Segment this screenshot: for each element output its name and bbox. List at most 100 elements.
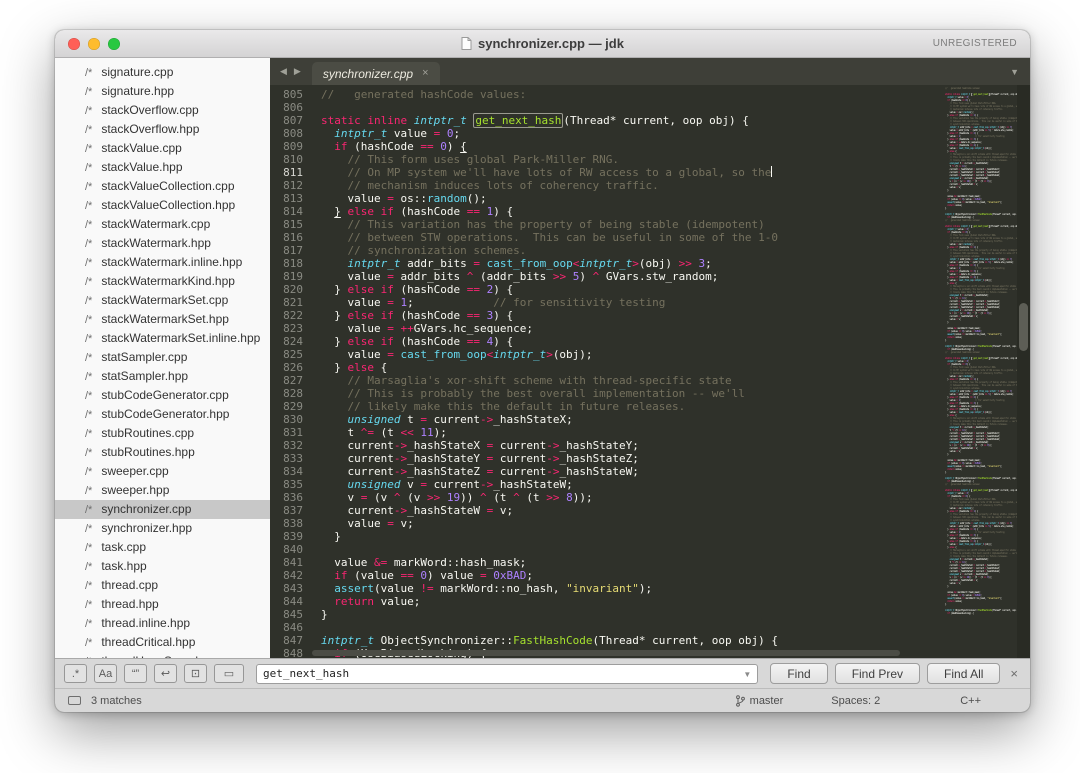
tab-synchronizer-cpp[interactable]: synchronizer.cpp ×: [311, 62, 440, 85]
panel-toggle-icon[interactable]: [68, 696, 81, 705]
code-line[interactable]: intptr_t addr_bits = cast_from_oop<intpt…: [321, 257, 945, 270]
find-bar-close-icon[interactable]: ×: [1007, 666, 1021, 681]
sidebar-item[interactable]: /* stubRoutines.cpp: [55, 424, 270, 443]
code-lines[interactable]: // generated hashCode values: static inli…: [312, 85, 945, 658]
sidebar-item[interactable]: /* signature.cpp: [55, 63, 270, 82]
syntax-indicator[interactable]: C++: [960, 695, 981, 707]
code-line[interactable]: // On MP system we'll have lots of RW ac…: [321, 166, 945, 179]
code-line[interactable]: // mechanism induces lots of coherency t…: [321, 179, 945, 192]
sidebar-item[interactable]: /* threadCritical.hpp: [55, 633, 270, 652]
minimap[interactable]: // generated hashCode values: static inli…: [945, 85, 1017, 658]
minimize-window-button[interactable]: [88, 37, 100, 50]
vertical-scrollbar-thumb[interactable]: [1019, 303, 1028, 351]
highlight-matches-toggle[interactable]: ▭: [214, 664, 244, 683]
sidebar-item[interactable]: /* sweeper.cpp: [55, 462, 270, 481]
sidebar-item[interactable]: /* statSampler.cpp: [55, 348, 270, 367]
code-line[interactable]: value = 1; // for sensitivity testing: [321, 296, 945, 309]
sidebar-file-list[interactable]: /* signature.cpp /* signature.hpp /* stackOve…: [55, 58, 270, 658]
code-line[interactable]: current->_hashStateZ = current->_hashSta…: [321, 465, 945, 478]
zoom-window-button[interactable]: [108, 37, 120, 50]
sidebar-item[interactable]: /* stackWatermarkKind.hpp: [55, 272, 270, 291]
code-line[interactable]: // This variation has the property of be…: [321, 218, 945, 231]
code-line[interactable]: current->_hashStateY = current->_hashSta…: [321, 452, 945, 465]
code-line[interactable]: } else if (hashCode == 4) {: [321, 335, 945, 348]
code-line[interactable]: value = addr_bits ^ (addr_bits >> 5) ^ G…: [321, 270, 945, 283]
tab-close-icon[interactable]: ×: [422, 68, 428, 79]
sidebar-item[interactable]: /* synchronizer.hpp: [55, 519, 270, 538]
code-line[interactable]: // Marsaglia's xor-shift scheme with thr…: [321, 374, 945, 387]
regex-toggle[interactable]: .*: [64, 664, 87, 683]
editor[interactable]: 805 806 807 808 809 810 811 812 813 814 815 816 817 8…: [270, 85, 1030, 658]
code-line[interactable]: static inline intptr_t get_next_hash (Thr…: [321, 113, 945, 128]
code-line[interactable]: intptr_t ObjectSynchronizer::FastHashCod…: [321, 634, 945, 647]
sidebar-item[interactable]: /* thread.cpp: [55, 576, 270, 595]
sidebar-item[interactable]: /* task.cpp: [55, 538, 270, 557]
code-line[interactable]: [321, 543, 945, 556]
indentation-indicator[interactable]: Spaces: 2: [831, 695, 880, 707]
sidebar-item[interactable]: /* stackOverflow.cpp: [55, 101, 270, 120]
sidebar-item[interactable]: /* stackValueCollection.hpp: [55, 196, 270, 215]
code-line[interactable]: [321, 621, 945, 634]
code-line[interactable]: } else if (hashCode == 3) {: [321, 309, 945, 322]
code-line[interactable]: current->_hashStateW = v;: [321, 504, 945, 517]
sidebar-item[interactable]: /* stackWatermarkSet.cpp: [55, 291, 270, 310]
code-line[interactable]: assert(value != markWord::no_hash, "inva…: [321, 582, 945, 595]
sidebar-item[interactable]: /* sweeper.hpp: [55, 481, 270, 500]
wrap-toggle[interactable]: ↩: [154, 664, 177, 683]
code-line[interactable]: } else if (hashCode == 2) {: [321, 283, 945, 296]
code-line[interactable]: }: [321, 530, 945, 543]
sidebar-item[interactable]: /* stackWatermark.inline.hpp: [55, 253, 270, 272]
code-line[interactable]: value = ++GVars.hc_sequence;: [321, 322, 945, 335]
code-line[interactable]: unsigned v = current->_hashStateW;: [321, 478, 945, 491]
code-line[interactable]: unsigned t = current->_hashStateX;: [321, 413, 945, 426]
code-line[interactable]: intptr_t value = 0;: [321, 127, 945, 140]
tab-nav-back-icon[interactable]: ◀: [280, 66, 287, 77]
code-line[interactable]: value = cast_from_oop<intptr_t>(obj);: [321, 348, 945, 361]
code-line[interactable]: if (hashCode == 0) {: [321, 140, 945, 153]
tab-overflow-icon[interactable]: ▼: [1010, 67, 1030, 77]
code-line[interactable]: } else if (hashCode == 1) {: [321, 205, 945, 218]
horizontal-scrollbar[interactable]: [312, 649, 944, 657]
code-line[interactable]: v = (v ^ (v >> 19)) ^ (t ^ (t >> 8));: [321, 491, 945, 504]
find-prev-button[interactable]: Find Prev: [834, 663, 921, 684]
sidebar-item[interactable]: /* stackWatermark.cpp: [55, 215, 270, 234]
sidebar-item[interactable]: /* stackValueCollection.cpp: [55, 177, 270, 196]
sidebar-item[interactable]: /* thread.hpp: [55, 595, 270, 614]
sidebar-item[interactable]: /* stackWatermarkSet.hpp: [55, 310, 270, 329]
sidebar-item[interactable]: /* stackWatermark.hpp: [55, 234, 270, 253]
code-line[interactable]: return value;: [321, 595, 945, 608]
code-line[interactable]: if (value == 0) value = 0xBAD;: [321, 569, 945, 582]
sidebar-item[interactable]: /* stubCodeGenerator.hpp: [55, 405, 270, 424]
code-line[interactable]: } else {: [321, 361, 945, 374]
code-line[interactable]: value = v;: [321, 517, 945, 530]
sidebar-item[interactable]: /* signature.hpp: [55, 82, 270, 101]
code-line[interactable]: // This form uses global Park-Miller RNG…: [321, 153, 945, 166]
vertical-scrollbar[interactable]: [1017, 85, 1030, 658]
tab-nav-forward-icon[interactable]: ▶: [294, 66, 301, 77]
code-line[interactable]: [321, 101, 945, 114]
sidebar-item[interactable]: /* stackOverflow.hpp: [55, 120, 270, 139]
code-line[interactable]: }: [321, 608, 945, 621]
sidebar-item[interactable]: /* stackValue.cpp: [55, 139, 270, 158]
code-line[interactable]: // between STW operations. This can be u…: [321, 231, 945, 244]
sidebar-item[interactable]: /* thread.inline.hpp: [55, 614, 270, 633]
git-branch-indicator[interactable]: master: [735, 695, 783, 707]
case-sensitive-toggle[interactable]: Aa: [94, 664, 117, 683]
horizontal-scrollbar-thumb[interactable]: [312, 650, 900, 656]
find-all-button[interactable]: Find All: [927, 663, 1001, 684]
code-line[interactable]: t ^= (t << 11);: [321, 426, 945, 439]
sidebar-item[interactable]: /* stackValue.hpp: [55, 158, 270, 177]
sidebar-item[interactable]: /* task.hpp: [55, 557, 270, 576]
code-line[interactable]: value &= markWord::hash_mask;: [321, 556, 945, 569]
sidebar-item[interactable]: /* synchronizer.cpp: [55, 500, 270, 519]
whole-word-toggle[interactable]: “”: [124, 664, 147, 683]
sidebar-item[interactable]: /* stackWatermarkSet.inline.hpp: [55, 329, 270, 348]
sidebar-item[interactable]: /* statSampler.hpp: [55, 367, 270, 386]
code-line[interactable]: // This is probably the best overall imp…: [321, 387, 945, 400]
code-line[interactable]: value = os::random();: [321, 192, 945, 205]
find-button[interactable]: Find: [770, 663, 828, 684]
code-line[interactable]: current->_hashStateX = current->_hashSta…: [321, 439, 945, 452]
find-input[interactable]: [256, 663, 759, 684]
code-line[interactable]: // generated hashCode values:: [321, 88, 945, 101]
sidebar-item[interactable]: /* stubRoutines.hpp: [55, 443, 270, 462]
